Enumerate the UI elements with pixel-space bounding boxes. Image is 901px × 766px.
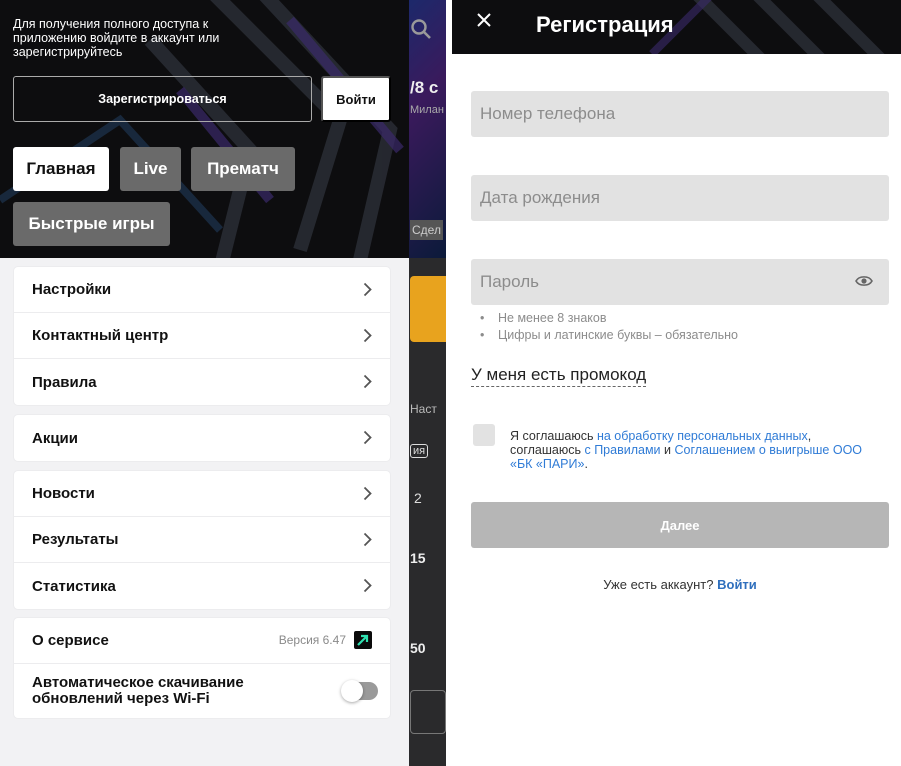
menu-item-label: Контактный центр [32,327,169,344]
agreement-text-part: и [660,443,675,457]
password-hints: Не менее 8 знаков Цифры и латинские букв… [480,310,738,344]
update-arrow-icon [354,631,372,649]
next-button[interactable]: Далее [471,502,889,548]
menu-item-label: О сервисе [32,632,109,649]
menu-item-contact-center[interactable]: Контактный центр [14,313,390,359]
menu-item-label: Новости [32,485,95,502]
background-tab: Наст [410,402,437,416]
login-button[interactable]: Войти [321,76,391,122]
menu-item-label: Акции [32,429,79,447]
background-number: 15 [410,550,426,566]
menu-item-results[interactable]: Результаты [14,517,390,563]
background-box [410,690,446,734]
side-drawer: Для получения полного доступа к приложен… [0,0,409,766]
menu-item-auto-update: Автоматическое скачивание обновлений чер… [14,664,390,718]
menu-item-settings[interactable]: Настройки [14,267,390,313]
register-button[interactable]: Зарегистрироваться [13,76,312,122]
password-hint: Цифры и латинские буквы – обязательно [480,327,738,344]
background-yellow-block [410,276,446,342]
agreement-text-part: Я соглашаюсь [510,429,597,443]
auto-update-label: Автоматическое скачивание обновлений чер… [32,674,244,707]
nav-main-tab[interactable]: Главная [13,147,109,191]
login-prompt-text: Для получения полного доступа к приложен… [13,17,220,59]
menu-card-settings: Настройки Контактный центр Правила [14,267,390,405]
menu-item-label: Статистика [32,577,116,595]
agree-checkbox[interactable] [473,424,495,446]
background-number: 2 [414,490,422,506]
chevron-right-icon [363,430,372,445]
menu-item-about[interactable]: О сервисе Версия 6.47 [14,618,390,664]
menu-item-label: Настройки [32,281,112,298]
background-score: /8 с [410,78,439,97]
rules-link[interactable]: с Правилами [584,443,660,457]
registration-header: Регистрация [452,0,901,54]
login-link[interactable]: Войти [717,577,757,592]
menu-card-about: О сервисе Версия 6.47 Автоматическое ска… [14,618,390,718]
menu-item-statistics[interactable]: Статистика [14,563,390,609]
promo-code-link[interactable]: У меня есть промокод [471,364,647,387]
agreement-text-part: . [584,457,588,471]
phone-input[interactable] [471,91,889,137]
chevron-right-icon [363,374,372,389]
show-password-icon[interactable] [855,274,873,288]
header-pattern [649,0,885,54]
password-input[interactable] [471,259,889,305]
menu-item-promotions[interactable]: Акции [14,415,390,461]
password-hint: Не менее 8 знаков [480,310,738,327]
drawer-header: Для получения полного доступа к приложен… [0,0,409,258]
menu-item-label: Результаты [32,531,119,548]
version-text: Версия 6.47 [278,633,346,647]
nav-live-tab[interactable]: Live [120,147,181,191]
birth-date-input[interactable] [471,175,889,221]
agreement-text: Я соглашаюсь на обработку персональных д… [510,429,882,471]
auto-update-toggle[interactable] [341,680,378,702]
have-account-row: Уже есть аккаунт? Войти [452,577,901,592]
chevron-right-icon [363,486,372,501]
menu-card-news: Новости Результаты Статистика [14,471,390,609]
menu-item-label: Правила [32,373,97,391]
background-button: Сдел [410,220,443,240]
chevron-right-icon [363,532,372,547]
personal-data-link[interactable]: на обработку персональных данных [597,429,808,443]
close-icon[interactable] [476,9,492,33]
have-account-text: Уже есть аккаунт? [603,577,714,592]
page-title: Регистрация [536,12,674,37]
background-subtext: Милан [410,104,444,116]
background-tag: ия [410,444,429,458]
chevron-right-icon [363,282,372,297]
menu-item-rules[interactable]: Правила [14,359,390,405]
menu-card-promotions: Акции [14,415,390,461]
nav-prematch-tab[interactable]: Прематч [191,147,295,191]
menu-item-news[interactable]: Новости [14,471,390,517]
background-number: 50 [410,640,426,656]
search-icon [410,18,432,46]
chevron-right-icon [363,328,372,343]
toggle-knob [341,680,363,702]
nav-fast-games-tab[interactable]: Быстрые игры [13,202,170,246]
left-screen: /8 с Милан Сдел Наст ия 2 15 50 Для полу… [0,0,446,766]
chevron-right-icon [363,578,372,593]
registration-screen: Регистрация Не менее 8 знаков Цифры и ла… [452,0,901,766]
